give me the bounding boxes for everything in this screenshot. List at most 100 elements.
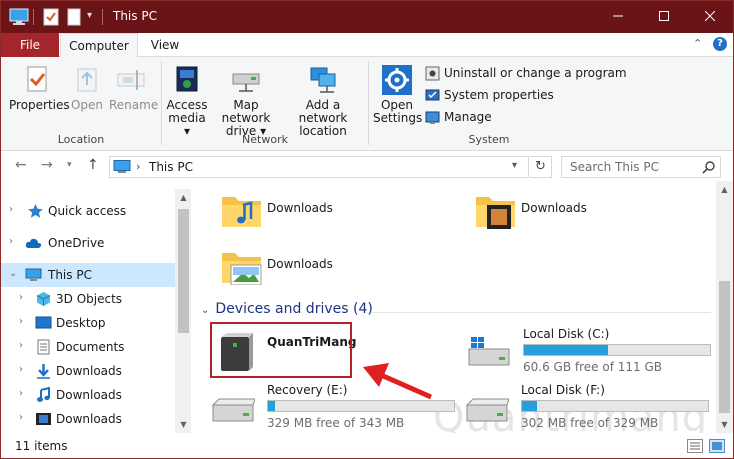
nav-item-desktop[interactable]: › Desktop [1, 311, 175, 335]
back-arrow-icon: ← [15, 157, 27, 173]
window-title: This PC [113, 9, 157, 23]
scroll-thumb[interactable] [719, 281, 730, 413]
cloud-icon [25, 238, 42, 248]
tab-computer[interactable]: Computer [60, 33, 138, 58]
properties-quick-icon[interactable] [43, 8, 59, 26]
access-media-icon [176, 66, 198, 92]
rename-button[interactable]: Rename [109, 65, 158, 112]
folder-label: Downloads [521, 201, 587, 215]
nav-item-downloads[interactable]: › Downloads [1, 359, 175, 383]
drive-usage-bar [267, 400, 455, 412]
large-icons-view-icon[interactable] [709, 439, 725, 453]
scroll-down-icon[interactable]: ▼ [716, 416, 733, 433]
expand-chevron-icon[interactable]: › [19, 292, 23, 303]
refresh-button[interactable]: ↻ [530, 156, 552, 178]
this-pc-icon [25, 268, 42, 281]
properties-label: Properties [9, 98, 70, 112]
folder-item[interactable]: Downloads [221, 243, 421, 295]
expand-chevron-icon[interactable]: › [19, 316, 23, 327]
tab-file[interactable]: File [1, 33, 59, 57]
access-media-button[interactable]: Access media ▾ [165, 65, 209, 138]
nav-label: Quick access [48, 204, 127, 218]
new-folder-quick-icon[interactable] [67, 8, 81, 26]
folder-label: Downloads [267, 201, 333, 215]
nav-label: Downloads [56, 364, 122, 378]
this-pc-icon [113, 160, 131, 173]
drive-name: Local Disk (F:) [521, 383, 605, 397]
expand-chevron-icon[interactable]: › [19, 340, 23, 351]
tab-view[interactable]: View [142, 33, 188, 57]
search-icon [702, 161, 715, 174]
section-divider [371, 312, 711, 313]
expand-chevron-icon[interactable]: › [19, 412, 23, 423]
drive-item-c[interactable]: Local Disk (C:) 60.6 GB free of 111 GB [467, 327, 717, 377]
breadcrumb-this-pc[interactable]: This PC [149, 160, 193, 174]
hard-drive-icon [465, 398, 509, 422]
nav-item-downloads[interactable]: › Downloads [1, 407, 175, 431]
content-scrollbar[interactable]: ▲ ▼ [716, 181, 733, 433]
collapse-chevron-icon[interactable]: ⌄ [9, 268, 17, 279]
this-pc-icon [9, 8, 29, 25]
music-folder-icon [222, 197, 261, 227]
item-count: 11 items [15, 439, 68, 453]
nav-item-onedrive[interactable]: › OneDrive [1, 231, 175, 255]
expand-chevron-icon[interactable]: › [9, 236, 13, 247]
forward-button[interactable]: → [41, 157, 53, 173]
address-dropdown-icon[interactable]: ▾ [512, 160, 517, 171]
cube-icon [36, 292, 51, 306]
rename-label: Rename [109, 98, 159, 112]
uninstall-label: Uninstall or change a program [444, 66, 627, 80]
expand-chevron-icon[interactable]: › [19, 388, 23, 399]
map-network-drive-button[interactable]: Map network drive ▾ [209, 65, 283, 138]
forward-arrow-icon: → [41, 157, 53, 173]
recent-locations-button[interactable]: ▾ [67, 160, 72, 170]
drive-free-space: 329 MB free of 343 MB [267, 416, 405, 430]
hard-drive-icon [211, 398, 255, 422]
scroll-up-icon[interactable]: ▲ [716, 181, 733, 198]
open-button[interactable]: Open [69, 65, 105, 112]
folder-item[interactable]: Downloads [475, 187, 675, 239]
customize-quick-access-icon[interactable]: ▾ [87, 10, 99, 28]
expand-chevron-icon[interactable]: › [19, 364, 23, 375]
folder-item[interactable]: Downloads [221, 187, 421, 239]
help-icon[interactable]: ? [713, 37, 727, 51]
download-arrow-icon [37, 364, 50, 379]
nav-item-this-pc[interactable]: ⌄ This PC [1, 263, 175, 287]
open-settings-button[interactable]: Open Settings [373, 65, 422, 125]
drive-free-space: 302 MB free of 329 MB [521, 416, 659, 430]
drive-item-e[interactable]: Recovery (E:) 329 MB free of 343 MB [211, 383, 461, 433]
address-bar[interactable]: › This PC ▾ [109, 156, 529, 178]
collapse-chevron-icon[interactable]: ⌄ [201, 305, 209, 316]
breadcrumb-chevron-icon: › [136, 160, 141, 173]
add-network-location-button[interactable]: Add a network location [283, 65, 363, 138]
expand-chevron-icon[interactable]: › [9, 204, 13, 215]
nav-item-documents[interactable]: › Documents [1, 335, 175, 359]
map-network-drive-icon [232, 73, 260, 92]
scroll-up-icon[interactable]: ▲ [175, 189, 192, 206]
navigation-scrollbar[interactable]: ▲ ▼ [175, 189, 192, 433]
drive-item-f[interactable]: Local Disk (F:) 302 MB free of 329 MB [465, 383, 715, 433]
open-icon [77, 68, 97, 92]
up-button[interactable]: ↑ [87, 157, 99, 173]
collapse-ribbon-icon[interactable]: ⌃ [693, 37, 702, 50]
folder-label: Downloads [267, 257, 333, 271]
nav-item-3d-objects[interactable]: › 3D Objects [1, 287, 175, 311]
manage-icon [425, 111, 440, 124]
drive-name: Recovery (E:) [267, 383, 348, 397]
back-button[interactable]: ← [15, 157, 27, 173]
close-button[interactable] [687, 1, 733, 33]
star-icon [28, 204, 43, 218]
details-view-icon[interactable] [687, 439, 703, 453]
maximize-button[interactable] [641, 1, 687, 33]
nav-item-downloads[interactable]: › Downloads [1, 383, 175, 407]
search-box[interactable]: Search This PC [561, 156, 721, 178]
nav-item-quick-access[interactable]: › Quick access [1, 199, 175, 223]
system-properties-icon [425, 89, 440, 101]
navigation-pane: › Quick access › OneDrive ⌄ This PC › 3D… [1, 189, 192, 433]
scroll-down-icon[interactable]: ▼ [175, 416, 192, 433]
section-header-devices[interactable]: ⌄ Devices and drives (4) [201, 301, 373, 317]
scroll-thumb[interactable] [178, 209, 189, 333]
minimize-button[interactable] [595, 1, 641, 33]
access-media-label-1: Access [166, 98, 208, 112]
properties-button[interactable]: Properties [9, 65, 70, 112]
